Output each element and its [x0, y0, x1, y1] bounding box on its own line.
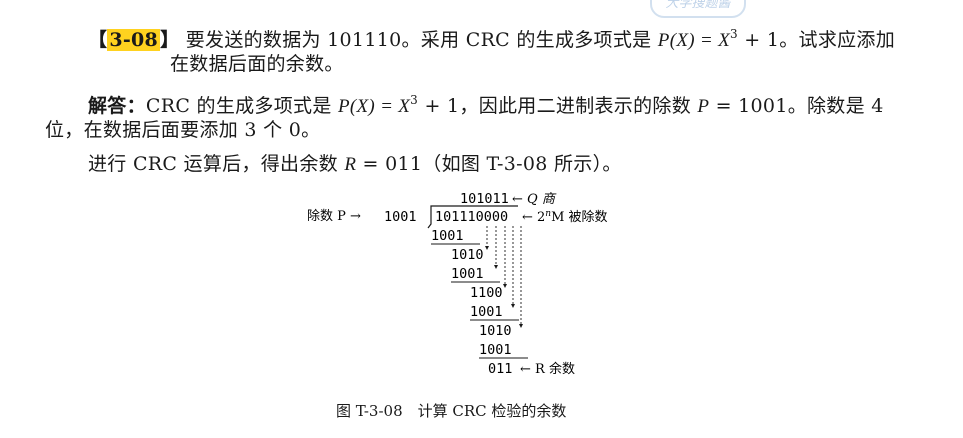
answer-remainder-symbol: R: [344, 154, 357, 175]
answer-divisor-symbol: P: [697, 96, 710, 117]
answer-line-2: 位，在数据后面要添加 3 个 0。: [45, 119, 321, 141]
answer-label: 解答：: [88, 95, 146, 117]
step-row: 1100: [470, 285, 503, 301]
dividend-label-a: ← 2: [522, 210, 545, 225]
problem-text-b: + 1。试求应添加: [737, 29, 896, 51]
answer-line-1: 解答：CRC 的生成多项式是 P(X) = X3 + 1，因此用二进制表示的除数…: [88, 88, 884, 119]
answer-exponent: 3: [410, 93, 419, 107]
dividend-value: 101110000: [435, 209, 508, 225]
step-row: 1001: [479, 342, 512, 358]
tag-close: 】: [160, 29, 180, 51]
step-row: 1010: [479, 323, 512, 339]
watermark-text: 大学搜题酱: [665, 0, 731, 11]
answer-text-b: + 1，因此用二进制表示的除数: [418, 95, 698, 117]
problem-exponent: 3: [730, 27, 738, 41]
quotient-value: 101011: [460, 191, 509, 207]
answer-poly: P(X) = X: [337, 96, 411, 117]
tag-number: 3-08: [107, 29, 161, 51]
answer-line3-a: 进行 CRC 运算后，得出余数: [88, 153, 345, 175]
answer-line-3: 进行 CRC 运算后，得出余数 R = 011（如图 T-3-08 所示）。: [88, 152, 622, 177]
answer-line3-b: = 011（如图 T-3-08 所示）。: [356, 153, 622, 175]
step-row: 1001: [431, 228, 464, 244]
problem-line-1: 【3-08】 要发送的数据为 101110。采用 CRC 的生成多项式是 P(X…: [88, 22, 895, 53]
answer-text-c: = 1001。除数是 4: [709, 95, 884, 117]
step-row: 1001: [470, 304, 503, 320]
problem-poly: P(X) = X: [657, 30, 730, 51]
step-row: 1001: [451, 266, 484, 282]
dividend-label-b: M 被除数: [551, 210, 607, 225]
figure-caption: 图 T-3-08 计算 CRC 检验的余数: [336, 402, 567, 420]
problem-line-2: 在数据后面的余数。: [170, 53, 344, 75]
divisor-label: 除数 P →: [307, 209, 361, 224]
tag-open: 【: [88, 29, 108, 51]
step-row: 1010: [451, 247, 484, 263]
problem-tag: 【3-08】: [88, 29, 179, 51]
dividend-label: ← 2nM 被除数: [522, 209, 608, 225]
remainder-value: 011: [488, 361, 512, 377]
answer-text-a: CRC 的生成多项式是: [145, 95, 338, 117]
problem-text-a: 要发送的数据为 101110。采用 CRC 的生成多项式是: [185, 29, 658, 51]
remainder-label: ← R 余数: [520, 361, 575, 377]
quotient-label: ← Q 商: [512, 192, 557, 207]
watermark-stamp: 大学搜题酱: [650, 0, 746, 18]
crc-division-figure: 101011 ← Q 商 除数 P → 1001 101110000 ← 2nM…: [307, 191, 608, 377]
divisor-value: 1001: [384, 209, 417, 225]
